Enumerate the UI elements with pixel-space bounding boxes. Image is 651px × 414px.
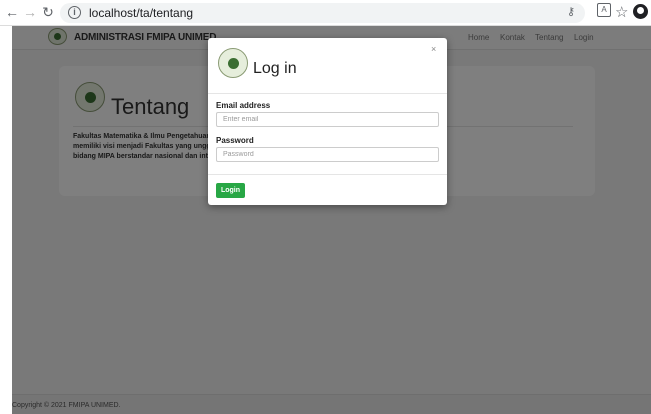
address-bar[interactable]: i localhost/ta/tentang bbox=[60, 3, 585, 23]
address-url[interactable]: localhost/ta/tentang bbox=[89, 6, 193, 20]
bookmark-star-icon[interactable]: ☆ bbox=[615, 3, 628, 21]
divider bbox=[208, 93, 447, 94]
modal-title: Log in bbox=[253, 60, 297, 77]
browser-toolbar: ← → ↻ i localhost/ta/tentang ⚷ A ☆ bbox=[0, 0, 651, 26]
forward-arrow-icon[interactable]: → bbox=[22, 4, 38, 20]
email-label: Email address bbox=[216, 101, 271, 110]
reload-icon[interactable]: ↻ bbox=[40, 4, 56, 20]
login-modal: Log in × Email address Password Login bbox=[208, 38, 447, 205]
email-field[interactable] bbox=[216, 112, 439, 127]
close-icon[interactable]: × bbox=[431, 44, 436, 54]
info-icon[interactable]: i bbox=[68, 6, 81, 19]
password-field[interactable] bbox=[216, 147, 439, 162]
key-icon[interactable]: ⚷ bbox=[567, 5, 575, 18]
translate-icon[interactable]: A bbox=[597, 3, 611, 17]
login-button[interactable]: Login bbox=[216, 183, 245, 198]
account-icon[interactable] bbox=[633, 4, 648, 19]
back-arrow-icon[interactable]: ← bbox=[4, 4, 20, 20]
divider bbox=[208, 174, 447, 175]
unimed-logo-icon bbox=[218, 48, 248, 78]
password-label: Password bbox=[216, 136, 254, 145]
